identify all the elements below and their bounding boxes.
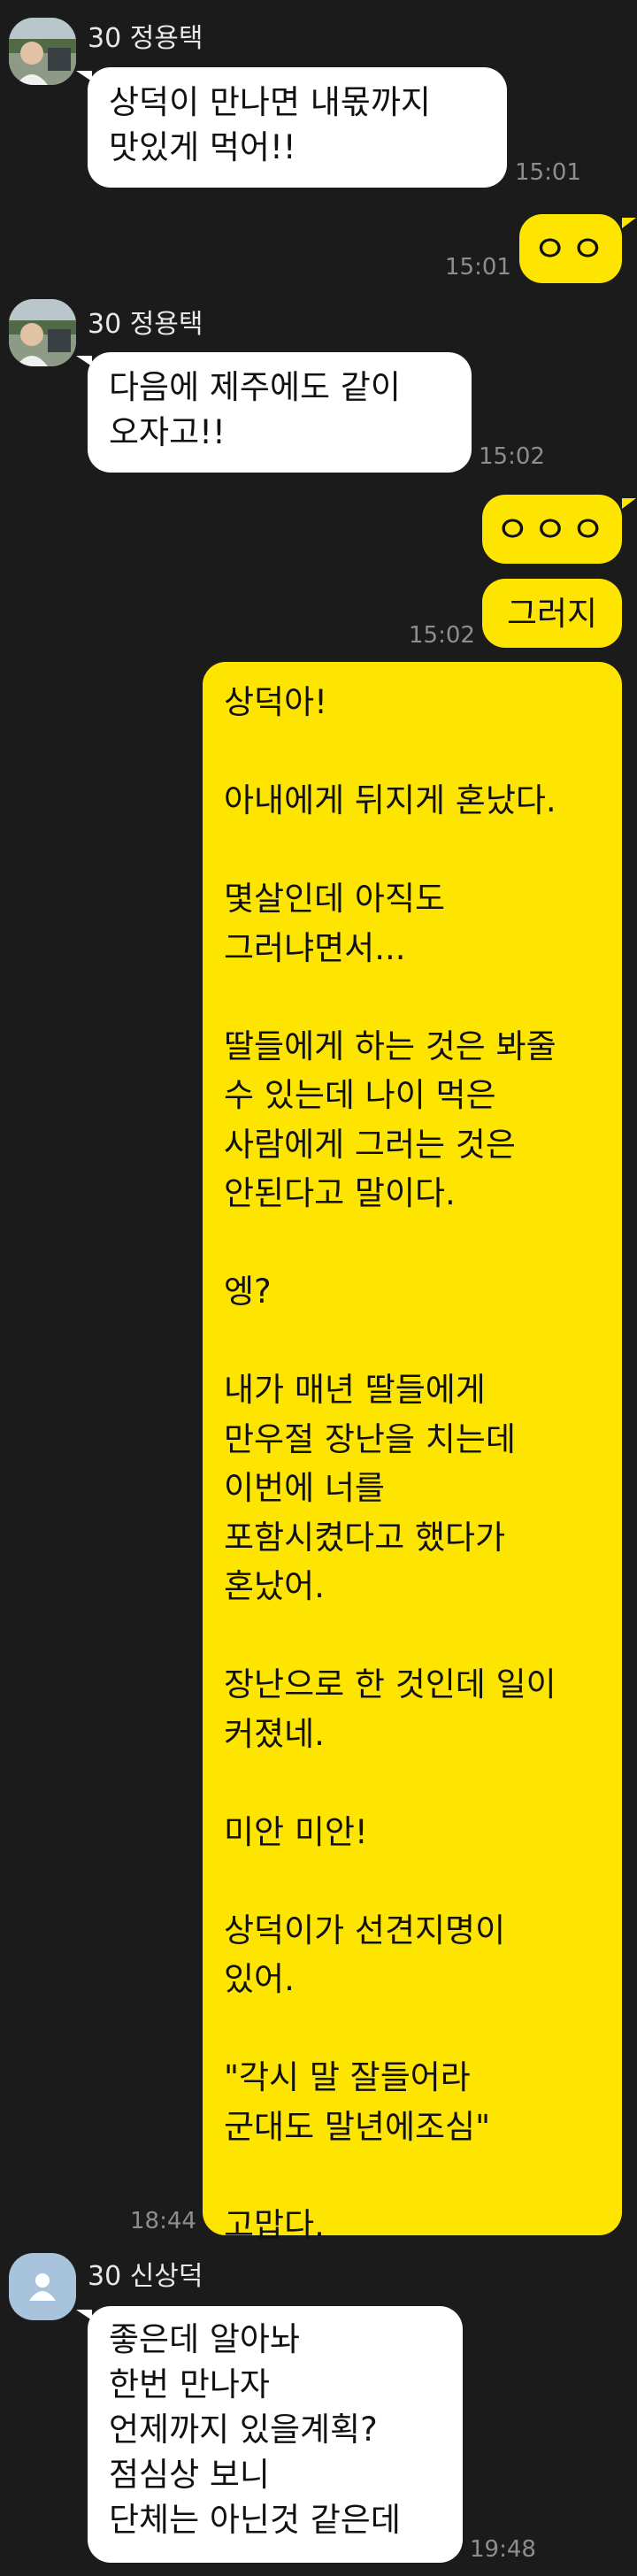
message-time: 19:48 [470, 2536, 536, 2563]
photo-avatar-icon [9, 18, 76, 85]
message-bubble[interactable]: 상덕이 만나면 내몫까지 맛있게 먹어!! [88, 67, 507, 188]
message-time: 15:02 [409, 622, 475, 649]
message-text: ㅇㅇㅇ [495, 507, 609, 551]
message-time: 15:01 [445, 254, 511, 281]
message-time: 15:02 [479, 443, 545, 470]
message-time: 18:44 [130, 2208, 196, 2234]
sender-avatar[interactable] [9, 18, 76, 85]
message-bubble[interactable]: 그러지 [482, 579, 622, 648]
sender-avatar[interactable] [9, 299, 76, 366]
photo-avatar-icon [9, 299, 76, 366]
bubble-tail [622, 218, 636, 228]
default-person-icon [29, 2273, 56, 2301]
message-bubble[interactable]: 다음에 제주에도 같이 오자고!! [88, 352, 472, 473]
message-bubble[interactable]: 좋은데 알아놔 한번 만나자 언제까지 있을계획? 점심상 보니 단체는 아닌것… [88, 2306, 463, 2563]
message-bubble[interactable]: ㅇㅇ [519, 214, 622, 283]
sender-name: 30 신상덕 [88, 2261, 203, 2292]
sender-name: 30 정용택 [88, 309, 203, 340]
message-text: 그러지 [506, 594, 598, 633]
message-time: 15:01 [515, 159, 581, 186]
message-bubble[interactable]: 상덕아! 아내에게 뒤지게 혼났다. 몇살인데 아직도 그러냐면서... 딸들에… [203, 662, 622, 2244]
sender-name: 30 정용택 [88, 23, 203, 54]
message-text: ㅇㅇ [533, 227, 609, 271]
message-bubble[interactable]: ㅇㅇㅇ [482, 495, 622, 564]
bubble-tail [622, 498, 636, 509]
sender-avatar[interactable] [9, 2253, 76, 2320]
